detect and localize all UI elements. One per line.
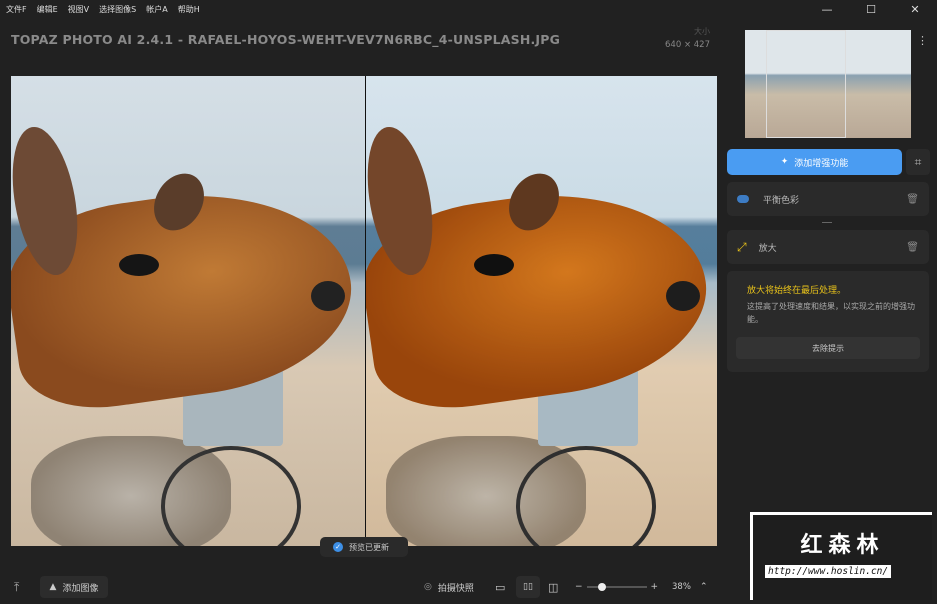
window-controls: — ☐ ✕ (805, 0, 937, 18)
filter-balance-color[interactable]: 平衡色彩 🗑 (727, 182, 929, 216)
trash-icon[interactable]: 🗑 (906, 194, 919, 205)
zoom-level[interactable]: 38% (672, 576, 691, 598)
enhanced-preview[interactable] (366, 76, 717, 546)
document-title: TOPAZ PHOTO AI 2.4.1 - RAFAEL-HOYOS-WEHT… (11, 32, 561, 47)
upscale-arrows-icon: ⤢ (737, 239, 747, 254)
export-icon[interactable]: ⤒ (14, 576, 19, 598)
navigator-viewport[interactable] (766, 30, 846, 138)
close-button[interactable]: ✕ (893, 0, 937, 18)
minimize-button[interactable]: — (805, 0, 849, 18)
split-view-button[interactable]: ◫ (548, 576, 558, 598)
chevron-up-icon[interactable]: ⌃ (700, 576, 708, 598)
menu-file[interactable]: 文件F (6, 4, 27, 15)
menu-view[interactable]: 视图V (68, 4, 89, 15)
zoom-out-icon[interactable]: − (575, 582, 583, 592)
crop-icon: ⌗ (914, 154, 922, 169)
menu-edit[interactable]: 编辑E (37, 4, 58, 15)
dismiss-tip-button[interactable]: 去除提示 (736, 337, 920, 359)
size-value: 640 × 427 (665, 40, 710, 50)
original-preview[interactable] (11, 76, 365, 546)
divider (11, 66, 717, 68)
tip-body: 这提高了处理速度和结果，以实现之前的增强功能。 (747, 302, 915, 324)
preview-updated-toast: ✓ 预览已更新 (320, 537, 408, 557)
menu-select-image[interactable]: 选择图像S (99, 4, 136, 15)
watermark-logo: 红森林 http://www.hoslin.cn/ (750, 512, 932, 600)
menu-help[interactable]: 帮助H (178, 4, 200, 15)
maximize-button[interactable]: ☐ (849, 0, 893, 18)
toast-text: 预览已更新 (349, 542, 389, 552)
menu-bar: 文件F 编辑E 视图V 选择图像S 帐户A 帮助H (0, 0, 937, 18)
split-divider-handle[interactable] (365, 76, 366, 546)
tip-card: 放大将始终在最后处理。 这提高了处理速度和结果，以实现之前的增强功能。 去除提示 (727, 271, 929, 372)
snapshot-button[interactable]: ◎ 拍摄快照 (424, 576, 474, 598)
check-icon: ✓ (333, 542, 343, 552)
zoom-slider-handle[interactable] (597, 583, 606, 591)
filter-upscale[interactable]: ⤢ 放大 🗑 (727, 230, 929, 264)
camera-icon: ◎ (424, 582, 432, 592)
single-view-button[interactable]: ▭ (495, 576, 505, 598)
tip-title: 放大将始终在最后处理。 (747, 286, 847, 296)
sparkle-icon: ✦ (780, 157, 789, 167)
menu-account[interactable]: 帐户A (146, 4, 167, 15)
toggle-icon[interactable] (737, 195, 749, 203)
zoom-slider[interactable]: − + (575, 576, 658, 598)
trash-icon[interactable]: 🗑 (906, 242, 919, 253)
side-by-side-view-button[interactable]: ▯▯ (516, 576, 540, 598)
more-options-icon[interactable]: ⋮ (917, 34, 928, 47)
image-icon: ▲ (49, 582, 57, 592)
zoom-in-icon[interactable]: + (651, 582, 659, 592)
add-enhancement-button[interactable]: ✦ 添加增强功能 (727, 149, 902, 175)
drag-handle[interactable] (822, 222, 832, 223)
add-image-button[interactable]: ▲ 添加图像 (40, 576, 108, 598)
crop-button[interactable]: ⌗ (906, 149, 930, 175)
size-label: 大小 (694, 27, 710, 36)
